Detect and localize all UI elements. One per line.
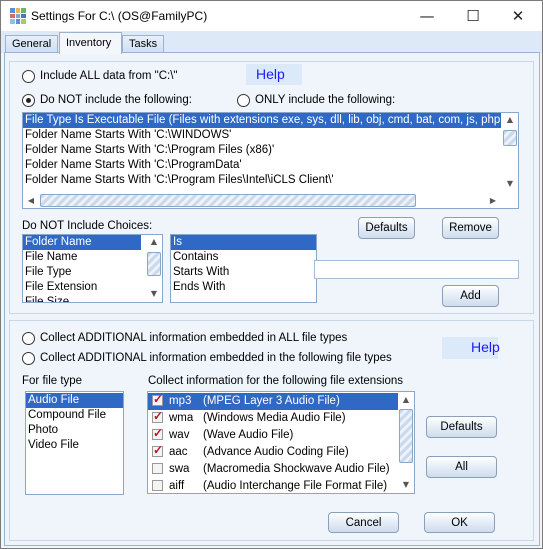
extension-name: mp3	[169, 395, 192, 407]
collect-all-radio[interactable]	[22, 332, 35, 345]
extension-list[interactable]: mp3 (MPEG Layer 3 Audio File) wma (Windows …	[147, 391, 415, 494]
rules-horizontal-scrollbar[interactable]: ◀ ▶	[23, 193, 518, 208]
value-input[interactable]	[314, 260, 519, 279]
file-type-label: For file type	[22, 375, 83, 387]
help-link-additional[interactable]: Help	[442, 337, 500, 359]
scroll-thumb[interactable]	[503, 130, 517, 146]
extension-name: swa	[169, 463, 190, 475]
list-item[interactable]: File Name	[23, 250, 141, 265]
choices-label: Do NOT Include Choices:	[22, 220, 153, 232]
list-item[interactable]: File Type Is Executable File (Files with…	[23, 113, 518, 128]
list-item[interactable]: Folder Name Starts With 'C:\Program File…	[23, 143, 501, 158]
extension-name: wav	[169, 429, 190, 441]
extension-item[interactable]: swa (Macromedia Shockwave Audio File)	[148, 461, 398, 478]
list-item[interactable]: Folder Name Starts With 'C:\ProgramData'	[23, 158, 501, 173]
remove-button[interactable]: Remove	[442, 217, 499, 239]
extension-name: aiff	[169, 480, 185, 492]
extension-item[interactable]: wma (Windows Media Audio File)	[148, 408, 398, 427]
checkbox[interactable]	[152, 408, 163, 425]
scroll-thumb[interactable]	[147, 252, 161, 276]
list-item[interactable]: File Extension	[23, 280, 141, 295]
list-item[interactable]: Compound File	[26, 408, 123, 423]
list-item[interactable]: Ends With	[171, 280, 316, 295]
scroll-up-icon[interactable]: ▲	[398, 395, 414, 404]
scroll-down-icon[interactable]: ▼	[398, 480, 414, 489]
do-not-include-label: Do NOT include the following:	[40, 94, 192, 106]
scroll-left-icon[interactable]: ◀	[23, 196, 39, 205]
operator-list[interactable]: Is Contains Starts With Ends With	[170, 234, 317, 303]
include-all-radio[interactable]	[22, 70, 35, 83]
minimize-button[interactable]: —	[407, 5, 447, 27]
field-list[interactable]: Folder Name File Name File Type File Ext…	[22, 234, 163, 303]
close-button[interactable]: ✕	[498, 5, 538, 27]
list-item[interactable]: Folder Name Starts With 'C:\WINDOWS'	[23, 128, 501, 143]
scroll-down-icon[interactable]: ▼	[146, 289, 162, 298]
extension-description: (Wave Audio File)	[203, 429, 294, 441]
only-include-label: ONLY include the following:	[255, 94, 396, 106]
include-all-label: Include ALL data from "C:\"	[40, 70, 178, 82]
list-item[interactable]: File Type	[23, 265, 141, 280]
extension-name: aac	[169, 446, 188, 458]
list-item[interactable]: Folder Name	[23, 235, 141, 250]
settings-window: Settings For C:\ (OS@FamilyPC) — ☐ ✕ Gen…	[0, 0, 543, 549]
scroll-up-icon[interactable]: ▲	[146, 237, 162, 246]
checkbox[interactable]	[152, 463, 163, 475]
checkbox[interactable]	[152, 480, 163, 492]
extension-description: (MPEG Layer 3 Audio File)	[203, 395, 340, 407]
app-icon	[10, 8, 26, 24]
extension-description: (Macromedia Shockwave Audio File)	[203, 463, 390, 475]
help-link[interactable]: Help	[246, 64, 302, 85]
tab-general[interactable]: General	[5, 35, 58, 53]
extension-list-scrollbar[interactable]: ▲ ▼	[398, 392, 414, 493]
list-item[interactable]: Photo	[26, 423, 123, 438]
ok-button[interactable]: OK	[424, 512, 495, 533]
extension-name: wma	[169, 412, 194, 424]
tab-tasks[interactable]: Tasks	[122, 35, 164, 53]
rules-list[interactable]: File Type Is Executable File (Files with…	[22, 112, 519, 209]
window-title: Settings For C:\ (OS@FamilyPC)	[31, 9, 208, 23]
do-not-include-radio[interactable]	[22, 94, 35, 107]
title-bar: Settings For C:\ (OS@FamilyPC) — ☐ ✕	[1, 1, 542, 31]
defaults-button[interactable]: Defaults	[358, 217, 415, 239]
cancel-button[interactable]: Cancel	[328, 512, 399, 533]
collect-following-radio[interactable]	[22, 352, 35, 365]
list-item[interactable]: Is	[171, 235, 316, 250]
extension-item[interactable]: mp3 (MPEG Layer 3 Audio File)	[148, 392, 398, 410]
scroll-right-icon[interactable]: ▶	[485, 196, 501, 205]
extension-description: (Audio Interchange File Format File)	[203, 480, 388, 492]
extension-description: (Advance Audio Coding File)	[203, 446, 349, 458]
checkbox[interactable]	[152, 442, 163, 459]
list-item[interactable]: File Size	[23, 295, 141, 302]
collect-all-label: Collect ADDITIONAL information embedded …	[40, 332, 348, 344]
extension-defaults-button[interactable]: Defaults	[426, 416, 497, 438]
maximize-button[interactable]: ☐	[453, 5, 493, 27]
checkbox[interactable]	[152, 425, 163, 442]
extension-item[interactable]: aac (Advance Audio Coding File)	[148, 442, 398, 461]
extension-item[interactable]: wav (Wave Audio File)	[148, 425, 398, 444]
list-item[interactable]: Folder Name Starts With 'C:\Program File…	[23, 173, 501, 188]
file-type-list[interactable]: Audio File Compound File Photo Video Fil…	[25, 391, 124, 495]
tab-inventory[interactable]: Inventory	[59, 32, 122, 54]
list-item[interactable]: Audio File	[26, 393, 123, 408]
collect-following-label: Collect ADDITIONAL information embedded …	[40, 352, 392, 364]
scroll-thumb[interactable]	[399, 409, 413, 463]
extensions-label: Collect information for the following fi…	[148, 375, 404, 387]
checkbox[interactable]	[152, 392, 163, 408]
all-button[interactable]: All	[426, 456, 497, 478]
extension-item[interactable]: aiff (Audio Interchange File Format File)	[148, 478, 398, 493]
list-item[interactable]: Contains	[171, 250, 316, 265]
scroll-down-icon[interactable]: ▼	[502, 179, 518, 188]
scroll-up-icon[interactable]: ▲	[502, 115, 518, 124]
horizontal-scroll-thumb[interactable]	[40, 194, 416, 207]
only-include-radio[interactable]	[237, 94, 250, 107]
list-item[interactable]: Video File	[26, 438, 123, 453]
extension-description: (Windows Media Audio File)	[203, 412, 346, 424]
rules-vertical-scrollbar[interactable]: ▲ ▼	[502, 113, 518, 193]
list-item[interactable]: Starts With	[171, 265, 316, 280]
add-button[interactable]: Add	[442, 285, 499, 307]
field-list-scrollbar[interactable]: ▲ ▼	[146, 235, 162, 302]
